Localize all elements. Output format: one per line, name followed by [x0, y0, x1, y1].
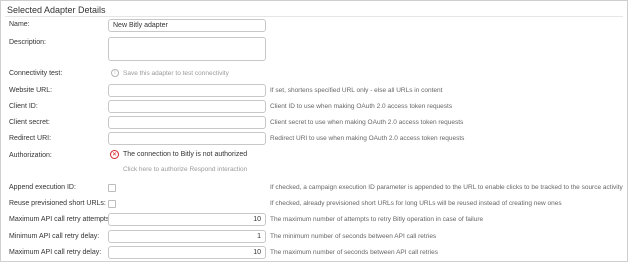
client-secret-input[interactable] [108, 116, 266, 129]
name-input[interactable]: New Bitly adapter [108, 19, 266, 32]
redirect-uri-hint: Redirect URI to use when making OAuth 2.… [270, 135, 465, 142]
max-retry-attempts-hint: The maximum number of attempts to retry … [270, 216, 484, 223]
client-id-input[interactable] [108, 100, 266, 113]
append-execution-id-hint: If checked, a campaign execution ID para… [270, 184, 623, 191]
client-id-hint: Client ID to use when making OAuth 2.0 a… [270, 103, 453, 110]
description-label: Description: [9, 39, 46, 46]
max-retry-delay-input[interactable]: 10 [108, 246, 266, 259]
client-secret-hint: Client secret to use when making OAuth 2… [270, 119, 464, 126]
website-url-label: Website URL: [9, 87, 53, 94]
min-retry-delay-input[interactable]: 1 [108, 230, 266, 243]
authorization-status: The connection to Bitly is not authorize… [123, 151, 248, 158]
client-secret-label: Client secret: [9, 119, 50, 126]
error-x-icon: ✕ [110, 150, 119, 159]
min-retry-delay-hint: The minimum number of seconds between AP… [270, 233, 437, 240]
max-retry-attempts-input[interactable]: 10 [108, 213, 266, 226]
append-execution-id-checkbox[interactable] [108, 184, 116, 192]
website-url-input[interactable] [108, 84, 266, 97]
authorize-link[interactable]: Click here to authorize Respond interact… [123, 166, 247, 173]
redirect-uri-label: Redirect URI: [9, 135, 52, 142]
description-textarea[interactable] [108, 37, 266, 61]
redirect-uri-input[interactable] [108, 132, 266, 145]
reuse-short-urls-checkbox[interactable] [108, 200, 116, 208]
section-title: Selected Adapter Details [7, 5, 106, 15]
adapter-details-panel: Selected Adapter Details Name: New Bitly… [0, 0, 628, 262]
info-icon: i [111, 69, 119, 77]
min-retry-delay-label: Minimum API call retry delay: [9, 233, 100, 240]
max-retry-delay-hint: The maximum number of seconds between AP… [270, 249, 438, 256]
client-id-label: Client ID: [9, 103, 38, 110]
website-url-hint: If set, shortens specified URL only - el… [270, 87, 443, 94]
name-label: Name: [9, 21, 30, 28]
title-divider [5, 16, 623, 17]
authorization-label: Authorization: [9, 152, 52, 159]
reuse-short-urls-hint: If checked, already previsioned short UR… [270, 200, 562, 207]
max-retry-attempts-label: Maximum API call retry attempts: [9, 216, 112, 223]
max-retry-delay-label: Maximum API call retry delay: [9, 249, 102, 256]
connectivity-label: Connectivity test: [9, 70, 63, 77]
reuse-short-urls-label: Reuse previsioned short URLs: [9, 200, 106, 207]
append-execution-id-label: Append execution ID: [9, 184, 76, 191]
connectivity-message: Save this adapter to test connectivity [123, 70, 229, 77]
